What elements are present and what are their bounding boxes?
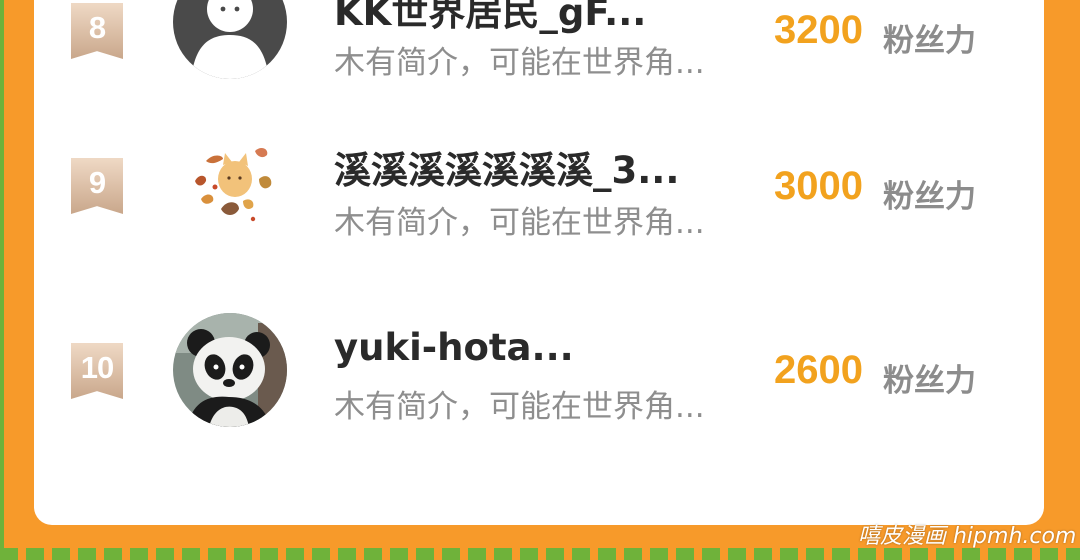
avatar[interactable] bbox=[173, 0, 287, 79]
avatar[interactable] bbox=[173, 313, 287, 427]
fans-unit: 粉丝力 bbox=[883, 179, 976, 215]
fans-value: 2600 bbox=[774, 348, 863, 392]
rank-number: 9 bbox=[88, 165, 106, 200]
autumn-leaves-cat-icon bbox=[173, 129, 287, 243]
ranking-card: 8 KK世界居民_gF... 木有简介，可能在世界角... 3200 粉丝力 9 bbox=[34, 0, 1044, 525]
fans-unit: 粉丝力 bbox=[883, 363, 976, 399]
watermark: 嘻皮漫画 hipmh.com bbox=[858, 524, 1077, 549]
user-name[interactable]: yuki-hota... bbox=[334, 326, 574, 369]
rank-badge: 10 bbox=[71, 343, 123, 399]
rank-badge: 8 bbox=[71, 3, 123, 59]
ranking-row[interactable]: 8 KK世界居民_gF... 木有简介，可能在世界角... 3200 粉丝力 bbox=[34, 0, 1044, 120]
panda-photo-icon bbox=[173, 313, 287, 427]
rank-badge: 9 bbox=[71, 158, 123, 214]
fans-unit: 粉丝力 bbox=[883, 23, 976, 59]
user-bio: 木有简介，可能在世界角... bbox=[334, 45, 705, 81]
rank-number: 8 bbox=[88, 10, 106, 45]
ranking-row[interactable]: 10 yuki-hota... 木有简介，可能在世界角... 2600 粉丝力 bbox=[34, 313, 1044, 480]
fans-value: 3000 bbox=[774, 164, 863, 208]
user-name[interactable]: KK世界居民_gF... bbox=[334, 0, 646, 36]
fans-value: 3200 bbox=[774, 8, 863, 52]
default-ghost-avatar-icon bbox=[173, 0, 287, 79]
user-bio: 木有简介，可能在世界角... bbox=[334, 205, 705, 241]
ranking-row[interactable]: 9 溪溪溪溪溪溪溪_3... 木有简介，可能在世界角... 3000 粉丝力 bbox=[34, 129, 1044, 295]
avatar[interactable] bbox=[173, 129, 287, 243]
user-name[interactable]: 溪溪溪溪溪溪溪_3... bbox=[334, 140, 679, 194]
left-edge-decoration bbox=[0, 0, 4, 560]
rank-number: 10 bbox=[80, 350, 114, 385]
user-bio: 木有简介，可能在世界角... bbox=[334, 389, 705, 425]
